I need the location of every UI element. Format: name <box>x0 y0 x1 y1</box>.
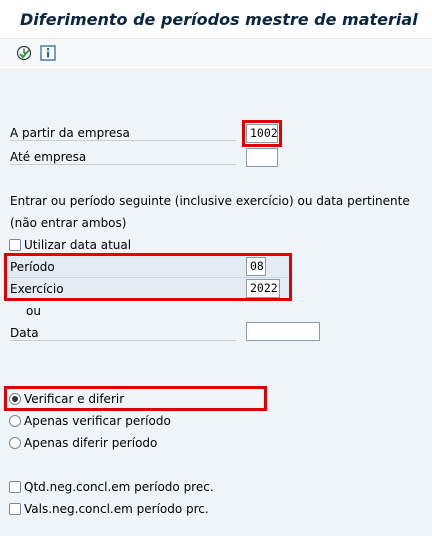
check-only-label: Apenas verificar período <box>24 414 171 428</box>
application-toolbar <box>0 39 432 67</box>
or-label: ou <box>26 304 41 318</box>
to-company-label: Até empresa <box>10 150 236 165</box>
to-company-input[interactable] <box>246 148 278 167</box>
check-and-defer-label: Verificar e diferir <box>24 392 125 406</box>
fiscal-year-label: Exercício <box>10 282 64 296</box>
execute-clock-icon[interactable] <box>16 45 32 61</box>
title-bar: Diferimento de períodos mestre de materi… <box>0 0 432 39</box>
check-only-radio[interactable] <box>9 415 21 427</box>
neg-val-checkbox[interactable] <box>9 503 21 515</box>
neg-qty-label: Qtd.neg.concl.em período prec. <box>24 480 214 494</box>
date-label: Data <box>10 326 236 341</box>
defer-only-radio[interactable] <box>9 437 21 449</box>
from-company-input[interactable]: 1002 <box>246 124 278 143</box>
defer-only-label: Apenas diferir período <box>24 436 158 450</box>
selection-screen: A partir da empresa 1002 Até empresa Ent… <box>0 68 432 536</box>
instruction-text-1: Entrar ou período seguinte (inclusive ex… <box>10 194 410 208</box>
info-icon[interactable] <box>40 45 56 61</box>
date-input[interactable] <box>246 322 320 341</box>
from-company-label: A partir da empresa <box>10 126 236 141</box>
neg-val-label: Vals.neg.concl.em período prc. <box>24 502 209 516</box>
use-current-date-label: Utilizar data atual <box>24 238 132 252</box>
page-title: Diferimento de períodos mestre de materi… <box>20 10 418 29</box>
neg-qty-checkbox[interactable] <box>9 481 21 493</box>
period-label: Período <box>10 260 55 274</box>
fiscal-year-input[interactable]: 2022 <box>246 279 280 298</box>
instruction-text-2: (não entrar ambos) <box>10 216 127 230</box>
use-current-date-checkbox[interactable] <box>9 239 21 251</box>
check-and-defer-radio[interactable] <box>9 393 21 405</box>
period-input[interactable]: 08 <box>246 257 266 276</box>
